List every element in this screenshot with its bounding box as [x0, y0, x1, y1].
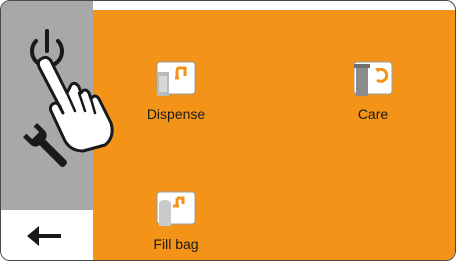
menu-item-label: Dispense [146, 106, 206, 122]
settings-button[interactable] [19, 119, 75, 175]
power-button[interactable] [17, 21, 77, 81]
menu-item-fill-bag[interactable]: Fill bag [121, 188, 231, 252]
menu-item-label: Fill bag [153, 236, 199, 252]
menu-item-label: Care [357, 106, 389, 122]
power-icon [30, 29, 64, 69]
menu-item-care[interactable]: Care [318, 58, 428, 122]
back-button[interactable] [23, 220, 71, 252]
back-arrow-icon [27, 226, 61, 246]
main-menu-area: Dispense Care Fill bag [93, 10, 455, 260]
sidebar [1, 1, 93, 260]
dispense-icon [156, 61, 196, 96]
fill-bag-icon [156, 191, 196, 226]
wrench-icon [22, 122, 67, 167]
menu-item-dispense[interactable]: Dispense [121, 58, 231, 122]
device-screen: Dispense Care Fill bag [0, 0, 456, 261]
care-icon [353, 61, 393, 96]
